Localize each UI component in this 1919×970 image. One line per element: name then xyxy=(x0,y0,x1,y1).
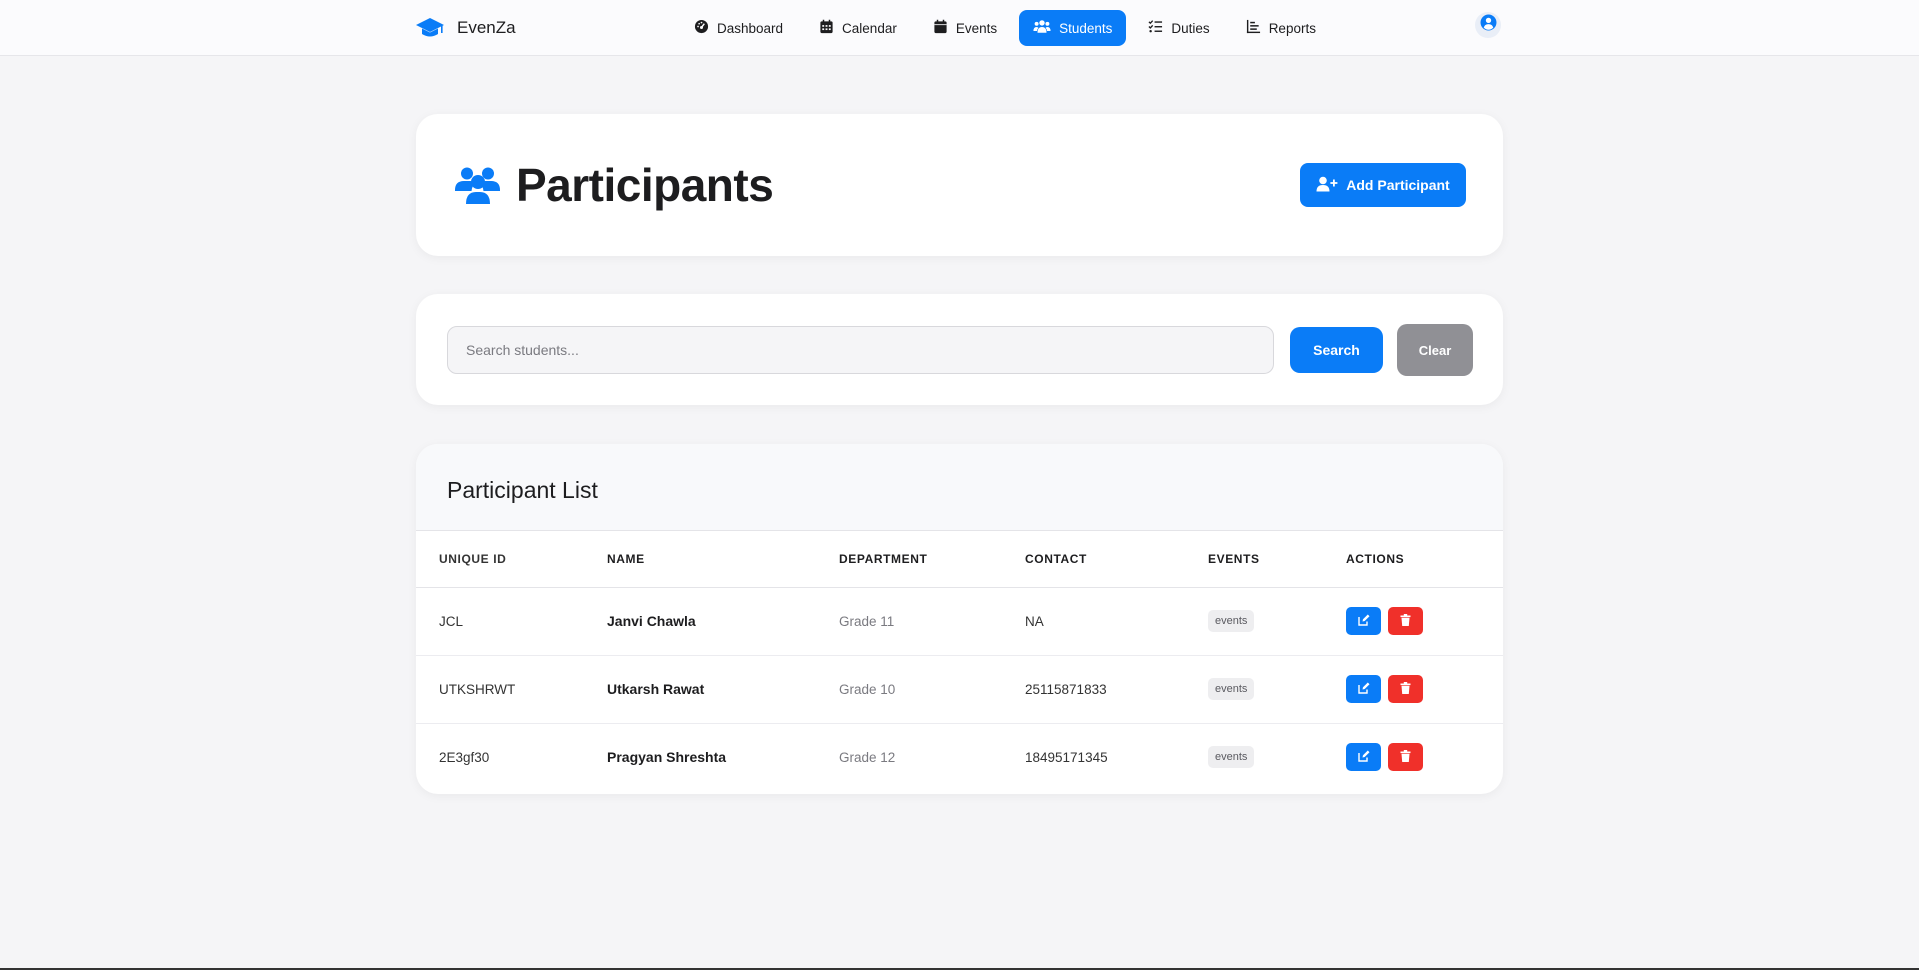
column-header-events[interactable]: EVENTS xyxy=(1208,531,1346,588)
page-title-text: Participants xyxy=(516,159,774,211)
nav-label: Reports xyxy=(1268,20,1316,36)
calendar-day-icon xyxy=(933,19,948,37)
column-header-actions: ACTIONS xyxy=(1346,531,1503,588)
edit-icon xyxy=(1357,682,1370,697)
user-menu-button[interactable] xyxy=(1475,12,1501,38)
cell-contact: NA xyxy=(1025,587,1208,656)
edit-button[interactable] xyxy=(1346,607,1381,635)
brand-name: EvenZa xyxy=(457,18,516,37)
users-icon xyxy=(1033,19,1051,37)
nav-label: Students xyxy=(1059,20,1113,36)
cell-actions xyxy=(1346,723,1503,791)
edit-button[interactable] xyxy=(1346,743,1381,772)
search-button[interactable]: Search xyxy=(1290,327,1383,373)
table-row: UTKSHRWT Utkarsh Rawat Grade 10 25115871… xyxy=(416,655,1503,724)
trash-icon xyxy=(1400,613,1411,629)
add-participant-label: Add Participant xyxy=(1346,177,1450,193)
nav-label: Duties xyxy=(1171,20,1210,36)
bar-chart-icon xyxy=(1246,19,1261,37)
column-header-department[interactable]: DEPARTMENT xyxy=(839,531,1025,588)
delete-button[interactable] xyxy=(1388,743,1423,772)
column-header-name[interactable]: NAME xyxy=(607,531,839,588)
cell-name: Pragyan Shreshta xyxy=(607,749,727,766)
nav-reports[interactable]: Reports xyxy=(1232,10,1330,46)
cell-unique-id: 2E3gf30 xyxy=(439,749,490,765)
participant-list-card: Participant List UNIQUE ID NAME DEPARTME… xyxy=(416,444,1503,794)
column-header-contact[interactable]: CONTACT xyxy=(1025,531,1208,588)
user-circle-icon xyxy=(1480,14,1497,36)
main-nav: Dashboard Calendar Events Students Dutie… xyxy=(680,10,1330,46)
column-header-unique-id[interactable]: UNIQUE ID xyxy=(416,531,607,588)
cell-events: events xyxy=(1208,587,1346,656)
clear-button[interactable]: Clear xyxy=(1397,324,1473,376)
nav-label: Dashboard xyxy=(717,20,784,36)
graduation-cap-icon xyxy=(415,16,445,40)
user-plus-icon xyxy=(1316,176,1338,195)
cell-unique-id: UTKSHRWT xyxy=(416,655,607,724)
edit-icon xyxy=(1357,614,1370,629)
edit-icon xyxy=(1357,750,1370,765)
table-header-row: UNIQUE ID NAME DEPARTMENT CONTACT EVENTS… xyxy=(416,531,1503,588)
events-badge[interactable]: events xyxy=(1208,610,1255,632)
cell-unique-id: JCL xyxy=(416,587,607,656)
cell-name: Janvi Chawla xyxy=(607,587,839,656)
trash-icon xyxy=(1400,681,1411,697)
cell-contact: 18495171345 xyxy=(1025,749,1108,765)
users-icon xyxy=(454,165,502,205)
list-title: Participant List xyxy=(447,477,598,503)
cell-contact: 25115871833 xyxy=(1025,655,1208,724)
top-navbar: EvenZa Dashboard Calendar Events Student… xyxy=(0,0,1919,56)
nav-events[interactable]: Events xyxy=(919,10,1011,46)
table-row: 2E3gf30 Pragyan Shreshta Grade 12 184951… xyxy=(416,723,1503,791)
list-check-icon xyxy=(1148,19,1163,37)
page-header-card: Participants Add Participant xyxy=(416,114,1503,256)
delete-button[interactable] xyxy=(1388,675,1423,703)
list-header: Participant List xyxy=(416,444,1503,531)
nav-dashboard[interactable]: Dashboard xyxy=(680,10,797,46)
search-input[interactable] xyxy=(447,326,1274,374)
cell-department: Grade 10 xyxy=(839,655,1025,724)
add-participant-button[interactable]: Add Participant xyxy=(1300,163,1466,207)
cell-name: Utkarsh Rawat xyxy=(607,655,839,724)
nav-calendar[interactable]: Calendar xyxy=(805,10,911,46)
search-card: Search Clear xyxy=(416,294,1503,405)
nav-label: Calendar xyxy=(842,20,897,36)
cell-department: Grade 11 xyxy=(839,587,1025,656)
edit-button[interactable] xyxy=(1346,675,1381,703)
page-title: Participants xyxy=(454,158,774,212)
cell-actions xyxy=(1346,587,1503,656)
nav-label: Events xyxy=(955,20,998,36)
trash-icon xyxy=(1400,749,1411,765)
cell-events: events xyxy=(1208,655,1346,724)
events-badge[interactable]: events xyxy=(1208,746,1255,769)
calendar-icon xyxy=(819,19,834,37)
cell-events: events xyxy=(1208,723,1346,791)
nav-students[interactable]: Students xyxy=(1019,10,1127,46)
gauge-icon xyxy=(694,19,709,37)
nav-duties[interactable]: Duties xyxy=(1134,10,1223,46)
events-badge[interactable]: events xyxy=(1208,678,1255,700)
brand[interactable]: EvenZa xyxy=(415,14,516,42)
table-row: JCL Janvi Chawla Grade 11 NA events xyxy=(416,587,1503,656)
cell-department: Grade 12 xyxy=(839,749,896,765)
cell-actions xyxy=(1346,655,1503,724)
delete-button[interactable] xyxy=(1388,607,1423,635)
participant-table: UNIQUE ID NAME DEPARTMENT CONTACT EVENTS… xyxy=(416,531,1503,791)
